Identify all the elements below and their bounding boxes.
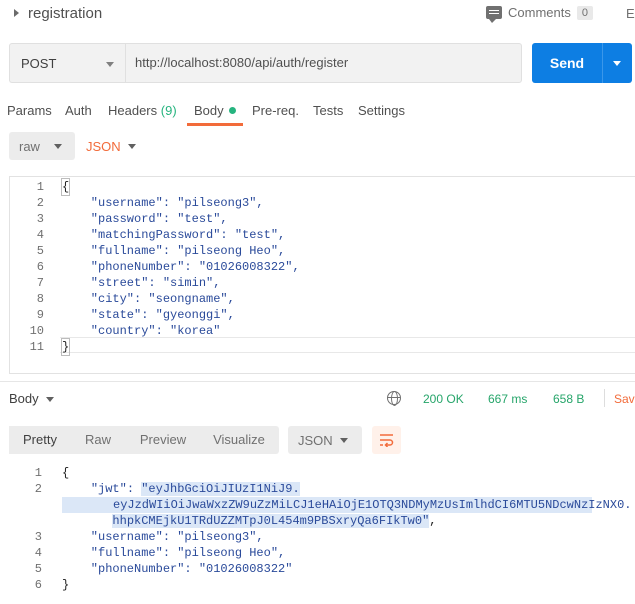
response-format-label: JSON — [298, 433, 333, 448]
method-select[interactable]: POST — [9, 43, 125, 83]
line-number: 6 — [34, 578, 42, 592]
active-tab-indicator — [187, 123, 243, 126]
tab-headers[interactable]: Headers (9) — [108, 103, 177, 118]
comments-label: Comments — [508, 5, 571, 20]
wrap-lines-button[interactable] — [372, 426, 401, 454]
response-format-select[interactable]: JSON — [288, 426, 362, 454]
chevron-down-icon — [340, 438, 348, 443]
line-number: 2 — [36, 196, 44, 210]
tab-prereq[interactable]: Pre-req. — [252, 103, 299, 118]
code-line: "country": "korea" — [62, 324, 221, 338]
code-line: "jwt": "eyJhbGciOiJIUzI1NiJ9. — [62, 481, 300, 497]
comments-button[interactable]: Comments 0 — [486, 5, 593, 23]
code-line: { — [62, 466, 70, 480]
save-response-button[interactable]: Sav — [614, 392, 635, 406]
tab-body[interactable]: Body — [194, 103, 236, 118]
request-title-bar: registration Comments 0 Ex — [0, 0, 635, 28]
tab-auth[interactable]: Auth — [65, 103, 92, 118]
response-body-label[interactable]: Body — [9, 391, 39, 406]
url-bar[interactable] — [125, 43, 522, 83]
chevron-down-icon[interactable] — [128, 144, 136, 149]
code-line: "fullname": "pilseong Heo", — [62, 546, 286, 560]
chevron-down-icon — [54, 144, 62, 149]
tab-headers-label: Headers — [108, 103, 158, 118]
tab-preview[interactable]: Preview — [129, 426, 197, 454]
code-line: "phoneNumber": "01026008322" — [62, 562, 293, 576]
line-number: 1 — [36, 180, 44, 194]
jwt-key: "jwt": — [90, 482, 142, 496]
response-size[interactable]: 658 B — [553, 392, 584, 406]
line-number: 1 — [34, 466, 42, 480]
line-number: 8 — [36, 292, 44, 306]
globe-icon[interactable] — [387, 391, 401, 406]
line-number: 3 — [34, 530, 42, 544]
body-mode-label: raw — [19, 139, 40, 154]
tab-raw[interactable]: Raw — [71, 426, 125, 454]
examples-button[interactable]: Ex — [626, 6, 635, 21]
pane-divider[interactable] — [0, 381, 635, 382]
response-view-tabs: Pretty Raw Preview Visualize — [9, 426, 279, 454]
line-number: 9 — [36, 308, 44, 322]
code-line: "fullname": "pilseong Heo", — [62, 244, 286, 258]
line-number: 10 — [29, 324, 44, 338]
response-time[interactable]: 667 ms — [488, 392, 527, 406]
code-line: "state": "gyeonggi", — [62, 308, 235, 322]
chevron-down-icon[interactable] — [46, 397, 54, 402]
code-line: "username": "pilseong3", — [62, 196, 264, 210]
tab-settings[interactable]: Settings — [358, 103, 405, 118]
code-line: "matchingPassword": "test", — [62, 228, 286, 242]
chevron-down-icon — [106, 62, 114, 67]
code-line: "username": "pilseong3", — [62, 530, 264, 544]
collapse-arrow-icon[interactable] — [14, 9, 19, 17]
code-line: "password": "test", — [62, 212, 228, 226]
line-number: 6 — [36, 260, 44, 274]
line-number: 4 — [34, 546, 42, 560]
line-number: 11 — [29, 340, 44, 354]
code-line: hhpkCMEjkU1TRdUZZMTpJ0L454m9PBSxryQa6FIk… — [112, 514, 437, 528]
code-line: } — [60, 338, 71, 356]
divider — [604, 389, 605, 407]
code-line: { — [60, 178, 71, 196]
jwt-value-part: eyJzdWIiOiJwaWxzZW9uZzMiLCJ1eHAiOjE1OTQ3… — [62, 497, 631, 513]
chevron-down-icon — [613, 61, 621, 66]
tab-tests[interactable]: Tests — [313, 103, 343, 118]
body-mode-select[interactable]: raw — [9, 132, 75, 160]
code-line: "phoneNumber": "01026008322", — [62, 260, 300, 274]
wrap-lines-icon — [380, 434, 394, 447]
tab-body-label: Body — [194, 103, 224, 118]
send-options-button[interactable] — [602, 43, 632, 83]
body-indicator-dot — [228, 107, 236, 114]
method-label: POST — [21, 56, 57, 71]
request-body-editor[interactable]: 1 {2 "username": "pilseong3", 3 "password"… — [9, 176, 635, 374]
tab-pretty[interactable]: Pretty — [9, 426, 71, 454]
current-line-highlight — [60, 337, 635, 353]
headers-count: (9) — [160, 103, 177, 118]
url-input[interactable] — [135, 55, 515, 70]
code-line: "street": "simin", — [62, 276, 221, 290]
request-tabs: Params Auth Headers (9) Body Pre-req. Te… — [0, 100, 635, 126]
line-number: 4 — [36, 228, 44, 242]
comment-icon — [486, 6, 502, 23]
code-line: "city": "seongname", — [62, 292, 235, 306]
status-code[interactable]: 200 OK — [423, 392, 464, 406]
body-language-select[interactable]: JSON — [86, 139, 121, 154]
line-number: 2 — [34, 482, 42, 496]
tab-params[interactable]: Params — [7, 103, 52, 118]
line-number: 5 — [36, 244, 44, 258]
comments-count-badge: 0 — [576, 5, 593, 20]
jwt-value-part: "eyJhbGciOiJIUzI1NiJ9. — [141, 482, 300, 496]
line-number: 3 — [36, 212, 44, 226]
line-number: 7 — [36, 276, 44, 290]
code-line: } — [62, 578, 70, 592]
line-number: 5 — [34, 562, 42, 576]
jwt-value-part: hhpkCMEjkU1TRdUZZMTpJ0L454m9PBSxryQa6FIk… — [112, 514, 430, 528]
send-button[interactable]: Send — [532, 43, 602, 83]
tab-visualize[interactable]: Visualize — [203, 426, 275, 454]
request-name[interactable]: registration — [28, 5, 102, 22]
